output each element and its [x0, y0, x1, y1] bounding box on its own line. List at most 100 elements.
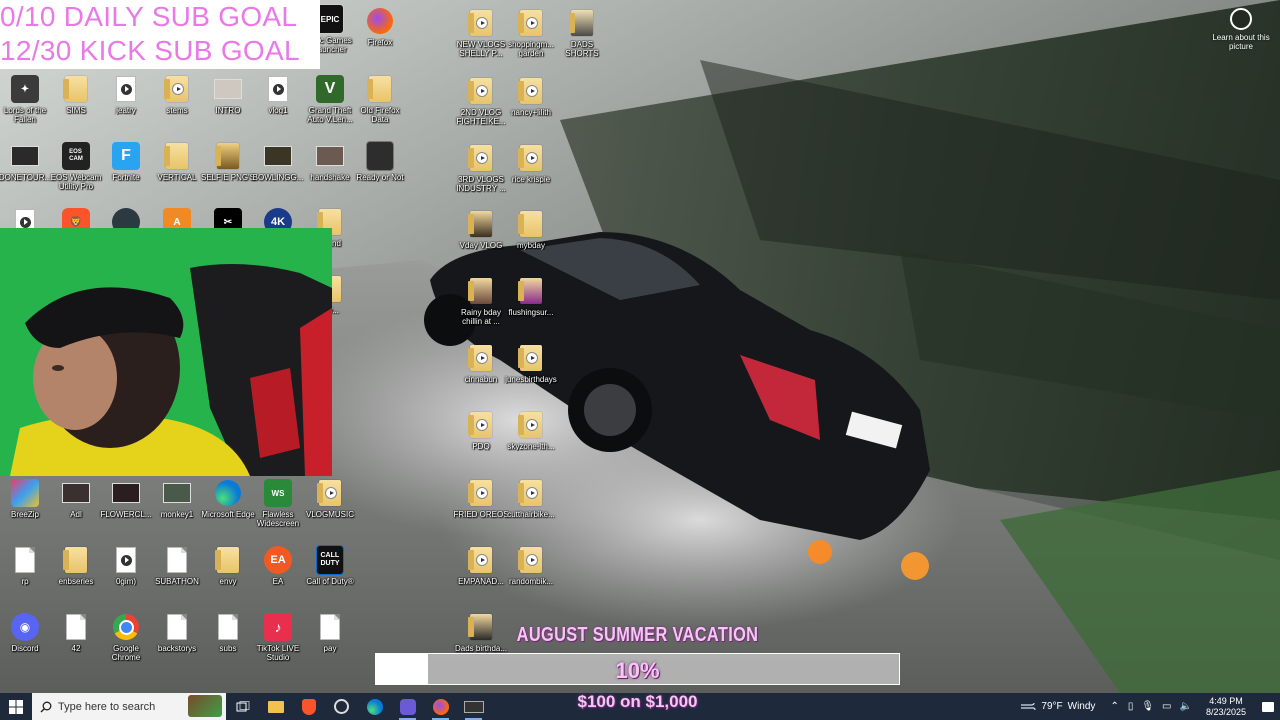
- desktop-icon-new-vlogs[interactable]: NEW VLOGS SHELLY P...: [456, 8, 506, 58]
- desktop-icon-42[interactable]: 42: [51, 612, 101, 653]
- call-of-duty-icon: CALL DUTY: [316, 545, 344, 575]
- chevron-up-icon[interactable]: ⌃: [1110, 701, 1118, 712]
- desktop-icon-adl[interactable]: Adl: [51, 478, 101, 519]
- desktop-icon-ready-or-not[interactable]: Ready or Not: [355, 141, 405, 182]
- desktop-icon-tiktok-live[interactable]: ♪ TikTok LIVE Studio: [253, 612, 303, 662]
- wind-icon: [1021, 702, 1037, 710]
- weather-widget[interactable]: 79°F Windy: [1020, 701, 1095, 712]
- desktop-icon-discord[interactable]: ◉ Discord: [0, 612, 50, 653]
- taskbar-file-explorer[interactable]: [259, 693, 292, 720]
- fortnite-icon: F: [112, 141, 140, 171]
- desktop-icon-gim[interactable]: 0gim): [101, 545, 151, 586]
- desktop-icon-pdq[interactable]: PDQ: [456, 410, 506, 451]
- taskbar-app-circle[interactable]: [325, 693, 358, 720]
- clock-date: 8/23/2025: [1205, 706, 1246, 717]
- desktop-icon-pay[interactable]: pay: [305, 612, 355, 653]
- desktop-icon-rice-krispie[interactable]: rice krispie: [506, 143, 556, 184]
- folder-icon: [517, 76, 545, 106]
- folder-icon: [517, 209, 545, 239]
- folder-icon: [517, 410, 545, 440]
- folder-icon: [517, 478, 545, 508]
- weather-temperature: 79°F: [1041, 701, 1063, 712]
- desktop-icon-eos-webcam[interactable]: EOS CAM EOS Webcam Utility Pro: [51, 141, 101, 191]
- desktop-icon-handshake[interactable]: handshake: [305, 141, 355, 182]
- desktop-icon-vlog1[interactable]: vlog1: [253, 74, 303, 115]
- clock[interactable]: 4:49 PM 8/23/2025: [1206, 696, 1246, 718]
- desktop-icon-rp[interactable]: rp: [0, 545, 50, 586]
- volume-icon[interactable]: 🔈: [1180, 701, 1192, 712]
- desktop-icon-rainy-bday[interactable]: Rainy bday chillin at ...: [456, 276, 506, 326]
- learn-about-picture-button[interactable]: Learn about this picture: [1212, 8, 1270, 51]
- desktop-icon-fried-oreos[interactable]: FRIED OREOS: [453, 478, 509, 519]
- desktop-icon-lords-of-the-fallen[interactable]: ✦ Lords of the Fallen: [0, 74, 50, 124]
- desktop-icon-old-firefox-data[interactable]: Old Firefox Data: [355, 74, 405, 124]
- desktop-icon-intro[interactable]: INTRO: [203, 74, 253, 115]
- desktop-icon-empanad[interactable]: EMPANAD...: [456, 545, 506, 586]
- search-box[interactable]: Type here to search: [32, 693, 226, 720]
- goal-progress-bar: 10%: [375, 653, 900, 685]
- video-thumbnail-icon: [11, 141, 39, 171]
- search-icon: [40, 701, 52, 713]
- search-placeholder: Type here to search: [58, 700, 156, 713]
- desktop-icon-flowercl[interactable]: FLOWERCL...: [100, 478, 152, 519]
- desktop-icon-dads-shorts[interactable]: DADS SHORTS: [557, 8, 607, 58]
- desktop-icon-backstorys[interactable]: backstorys: [152, 612, 202, 653]
- taskbar-brave[interactable]: [292, 693, 325, 720]
- desktop-icon-nancy-lilith[interactable]: nancy+lilith: [506, 76, 556, 117]
- folder-icon: [366, 74, 394, 104]
- desktop-icon-shopping-garden[interactable]: shoppingm... garden: [506, 8, 556, 58]
- flawless-widescreen-icon: WS: [264, 478, 292, 508]
- lords-icon: ✦: [11, 74, 39, 104]
- start-button[interactable]: [0, 693, 32, 720]
- desktop-icon-envy[interactable]: envy: [203, 545, 253, 586]
- notifications-button[interactable]: [1256, 693, 1280, 720]
- desktop-icon-firefox[interactable]: Firefox: [355, 6, 405, 47]
- desktop-icon-bowling[interactable]: BOWLINGG...: [253, 141, 303, 182]
- folder-icon: [467, 209, 495, 239]
- desktop-icon-flawless-widescreen[interactable]: WS Flawless Widescreen: [253, 478, 303, 528]
- desktop-icon-microsoft-edge[interactable]: Microsoft Edge: [201, 478, 255, 519]
- edge-icon: [214, 478, 242, 508]
- folder-icon: [467, 76, 495, 106]
- desktop-icon-jeatry[interactable]: jeatry: [101, 74, 151, 115]
- task-view-button[interactable]: [226, 693, 259, 720]
- network-icon[interactable]: ▭: [1162, 701, 1171, 712]
- desktop-icon-stems[interactable]: stems: [152, 74, 202, 115]
- folder-icon: [62, 74, 90, 104]
- desktop-icon-skyzone[interactable]: skyzone-lth...: [506, 410, 556, 451]
- desktop-icon-ea[interactable]: EA EA: [253, 545, 303, 586]
- desktop-icon-vday-vlog[interactable]: Vday VLOG: [456, 209, 506, 250]
- desktop-icon-cutthair[interactable]: cutthairbike...: [506, 478, 556, 519]
- desktop-icon-vertical[interactable]: VERTICAL: [152, 141, 202, 182]
- goal-percent: 10%: [615, 658, 660, 683]
- desktop-icon-gta[interactable]: V Grand Theft Auto V.Len...: [305, 74, 355, 124]
- desktop-icon-selfie-pngs[interactable]: SELFIE PNG'S: [201, 141, 255, 182]
- desktop-icon-call-of-duty[interactable]: CALL DUTY Call of Duty®: [305, 545, 355, 586]
- desktop-icon-subs[interactable]: subs: [203, 612, 253, 653]
- desktop-icon-sims[interactable]: SIMS: [51, 74, 101, 115]
- desktop-icon-mybday[interactable]: mybday: [506, 209, 556, 250]
- desktop-icon-flushing[interactable]: flushingsur...: [506, 276, 556, 317]
- desktop-icon-monkey1[interactable]: monkey1: [152, 478, 202, 519]
- desktop-icon-randombik[interactable]: randombik...: [506, 545, 556, 586]
- desktop-icon-cinnabun[interactable]: cinnabun: [456, 343, 506, 384]
- folder-icon: [163, 141, 191, 171]
- desktop-icon-2nd-vlog[interactable]: 2ND VLOG FIGHTEIKE...: [456, 76, 506, 126]
- desktop-icon-vlogmusic[interactable]: VLOGMUSIC: [305, 478, 355, 519]
- microphone-icon[interactable]: 🎙: [1141, 701, 1154, 712]
- ready-or-not-icon: [366, 141, 394, 171]
- desktop-icon-3rd-vlogs[interactable]: 3RD VLOGS INDUSTRY ...: [456, 143, 506, 193]
- device-icon[interactable]: ▯: [1128, 701, 1134, 712]
- desktop-icon-subathon[interactable]: SUBATHON: [152, 545, 202, 586]
- folder-icon: [214, 545, 242, 575]
- document-icon: [163, 545, 191, 575]
- desktop-icon-junes-birthdays[interactable]: junesbirthdays: [505, 343, 557, 384]
- desktop-icon-fortnite[interactable]: F Fortnite: [101, 141, 151, 182]
- breezip-icon: [11, 478, 39, 508]
- desktop-icon-google-chrome[interactable]: Google Chrome: [101, 612, 151, 662]
- folder-icon: [214, 141, 242, 171]
- desktop-icon-donetour[interactable]: DONETOUR...: [0, 141, 51, 182]
- firefox-icon: [366, 6, 394, 36]
- desktop-icon-enbseries[interactable]: enbseries: [51, 545, 101, 586]
- desktop-icon-breezip[interactable]: BreeZip: [0, 478, 50, 519]
